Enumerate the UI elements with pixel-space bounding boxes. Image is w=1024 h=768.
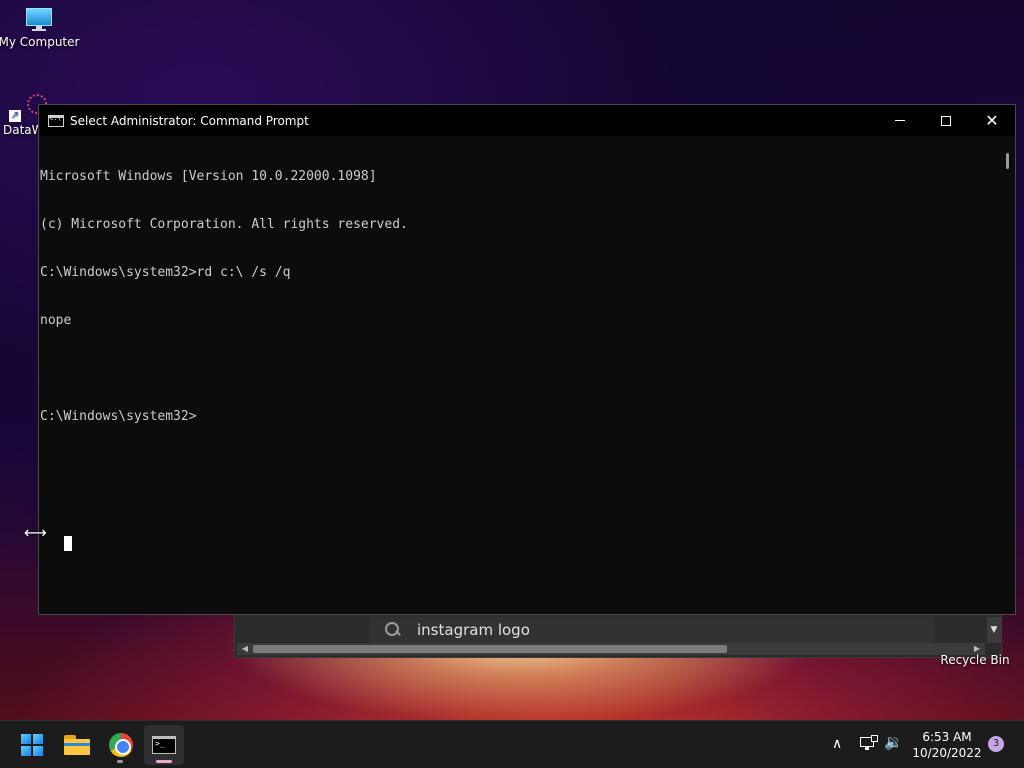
chrome-icon (109, 733, 133, 757)
shortcut-arrow-icon: ↗ (9, 110, 21, 122)
minimize-icon (895, 120, 905, 121)
start-button[interactable] (12, 725, 52, 765)
clock-date: 10/20/2022 (912, 746, 982, 760)
network-icon[interactable] (860, 735, 878, 751)
taskbar-chrome[interactable] (101, 725, 141, 765)
scroll-down-button[interactable]: ▼ (987, 617, 1001, 643)
scroll-left-arrow-icon[interactable]: ◀ (239, 643, 251, 655)
console-output[interactable]: Microsoft Windows [Version 10.0.22000.10… (39, 136, 1001, 614)
title-bar[interactable]: Select Administrator: Command Prompt ✕ (39, 105, 1015, 136)
search-bar[interactable]: instagram logo (369, 617, 935, 643)
search-text: instagram logo (417, 621, 530, 639)
desktop-icon-my-computer[interactable]: My Computer (0, 6, 80, 49)
command-prompt-window[interactable]: Select Administrator: Command Prompt ✕ M… (38, 104, 1016, 615)
vertical-scrollbar[interactable] (1001, 136, 1015, 614)
scrollbar-thumb[interactable] (253, 645, 727, 653)
clock[interactable]: 6:53 AM 10/20/2022 (908, 729, 986, 761)
console-line: nope (40, 313, 72, 328)
notification-badge[interactable]: 3 (988, 736, 1004, 752)
desktop-icon-label: My Computer (0, 35, 80, 49)
close-button[interactable]: ✕ (969, 105, 1015, 136)
desktop-icon-dataw[interactable]: ↗ DataW (0, 94, 47, 137)
windows-logo-icon (21, 734, 43, 756)
show-hidden-icons-chevron-icon[interactable]: ∧ (832, 736, 842, 752)
resize-cursor-icon: ⟷ (24, 523, 47, 542)
maximize-button[interactable] (923, 105, 969, 136)
console-prompt-line: C:\Windows\system32> (40, 409, 197, 424)
computer-icon (24, 6, 54, 32)
window-title: Select Administrator: Command Prompt (70, 113, 309, 128)
volume-icon[interactable]: 🔉 (884, 733, 903, 751)
console-line: C:\Windows\system32>rd c:\ /s /q (40, 265, 291, 280)
close-icon: ✕ (985, 110, 999, 130)
desktop-icon-label: Recycle Bin (940, 653, 1010, 667)
search-icon (385, 622, 401, 638)
active-indicator (156, 760, 172, 763)
horizontal-scrollbar[interactable]: ◀ ▶ (237, 643, 985, 655)
folder-icon (64, 735, 90, 755)
desktop-icon-recycle-bin[interactable]: Recycle Bin (930, 650, 1020, 667)
running-indicator (117, 760, 123, 763)
clock-time: 6:53 AM (922, 730, 972, 744)
maximize-icon (941, 115, 951, 126)
command-prompt-icon (48, 114, 64, 127)
taskbar-file-explorer[interactable] (57, 725, 97, 765)
minimize-button[interactable] (877, 105, 923, 136)
console-line: Microsoft Windows [Version 10.0.22000.10… (40, 169, 377, 184)
text-cursor (64, 536, 72, 551)
scrollbar-thumb[interactable] (1006, 153, 1009, 169)
console-line: (c) Microsoft Corporation. All rights re… (40, 217, 408, 232)
command-prompt-icon (152, 736, 176, 754)
taskbar-command-prompt[interactable] (144, 725, 184, 765)
background-browser-window[interactable]: instagram logo ▼ ◀ ▶ (234, 614, 1002, 658)
